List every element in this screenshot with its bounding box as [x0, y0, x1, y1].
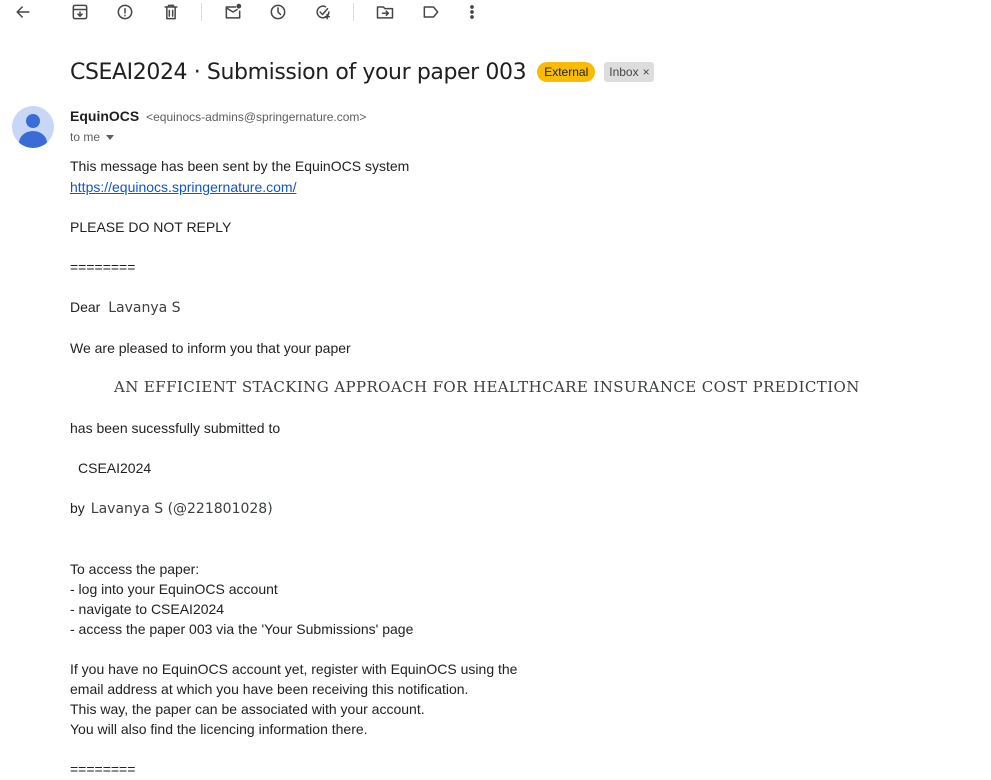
toolbar-divider [201, 3, 202, 21]
body-intro: This message has been sent by the EquinO… [70, 158, 410, 174]
label-icon[interactable] [418, 0, 444, 24]
toolbar-divider [353, 3, 354, 21]
register-line-1: If you have no EquinOCS account yet, reg… [70, 661, 518, 677]
report-spam-icon[interactable] [112, 0, 138, 24]
register-line-2: email address at which you have been rec… [70, 681, 469, 697]
sender-name[interactable]: EquinOCS [70, 108, 139, 124]
recipient-text: to me [70, 130, 101, 144]
add-to-tasks-icon[interactable] [310, 0, 336, 24]
archive-icon[interactable] [67, 0, 93, 24]
equinocs-link[interactable]: https://equinocs.springernature.com/ [70, 178, 296, 196]
pleased-line: We are pleased to inform you that your p… [70, 340, 351, 356]
separator-line: ======== [70, 259, 136, 275]
sender-line: EquinOCS <equinocs-admins@springernature… [70, 108, 366, 124]
access-step-3: - access the paper 003 via the 'Your Sub… [70, 621, 414, 637]
mark-unread-icon[interactable] [220, 0, 246, 24]
submitted-to-line: has been sucessfully submitted to [70, 420, 281, 436]
inbox-label-text: Inbox [609, 65, 639, 79]
register-line-3: This way, the paper can be associated wi… [70, 701, 425, 717]
email-subject: CSEAI2024 · Submission of your paper 003 [70, 59, 527, 85]
author-name: Lavanya S (@221801028) [90, 501, 273, 517]
move-to-icon[interactable] [372, 0, 398, 24]
conference-name: CSEAI2024 [78, 460, 152, 476]
subject-row: CSEAI2024 · Submission of your paper 003… [70, 56, 654, 88]
show-details-icon[interactable] [106, 134, 115, 140]
avatar-body-shape [19, 131, 47, 148]
more-options-icon[interactable] [459, 0, 485, 24]
access-heading: To access the paper: [70, 561, 200, 577]
back-arrow-icon[interactable] [10, 0, 36, 24]
avatar-head-shape [26, 114, 40, 128]
recipient-line: to me [70, 130, 115, 144]
recipient-name: Lavanya S [108, 300, 181, 316]
remove-label-icon[interactable]: × [643, 65, 650, 79]
external-label-badge: External [537, 62, 596, 82]
do-not-reply-notice: PLEASE DO NOT REPLY [70, 219, 232, 235]
register-line-4: You will also find the licencing informa… [70, 721, 368, 737]
email-toolbar [0, 0, 991, 26]
access-step-2: - navigate to CSEAI2024 [70, 601, 225, 617]
separator-line-end: ======== [70, 761, 136, 777]
delete-icon[interactable] [158, 0, 184, 24]
greeting-line: Dear Lavanya S [70, 298, 181, 317]
access-step-1: - log into your EquinOCS account [70, 581, 278, 597]
snooze-icon[interactable] [265, 0, 291, 24]
inbox-label-badge: Inbox × [604, 62, 654, 82]
sender-avatar[interactable] [12, 106, 54, 148]
author-prefix: by [70, 500, 85, 516]
sender-email: <equinocs-admins@springernature.com> [146, 110, 367, 124]
greeting-prefix: Dear [70, 299, 105, 315]
author-line: by Lavanya S (@221801028) [70, 499, 273, 518]
paper-title: AN EFFICIENT STACKING APPROACH FOR HEALT… [114, 378, 860, 396]
